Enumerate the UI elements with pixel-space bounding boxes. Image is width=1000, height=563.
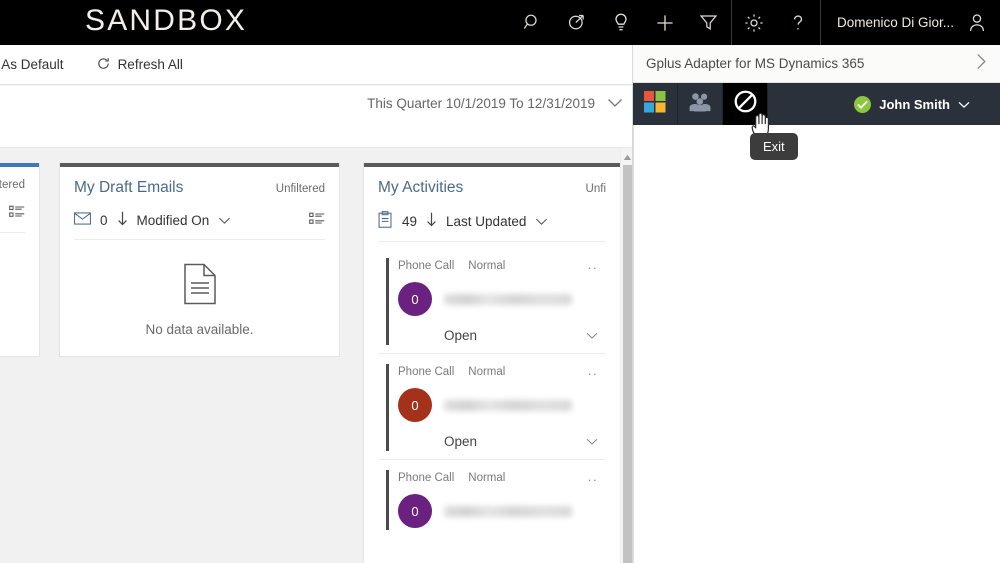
- refresh-all-label: Refresh All: [117, 57, 183, 72]
- app-root: Set As Default Refresh All This Quarter …: [0, 0, 1000, 563]
- adapter-user-menu[interactable]: John Smith: [854, 95, 1000, 113]
- activity-type: Phone Call: [398, 472, 455, 484]
- avatar: 0: [398, 282, 432, 316]
- activity-status: Open: [444, 328, 478, 343]
- top-navbar: SANDBOX Domenico Di Gior...: [0, 0, 1000, 45]
- draft-emails-sort-field[interactable]: Modified On: [137, 213, 210, 228]
- avatar-person-icon[interactable]: [968, 13, 986, 33]
- sort-direction-icon[interactable]: [117, 211, 128, 229]
- lightbulb-icon[interactable]: [599, 0, 643, 45]
- list-view-icon[interactable]: [309, 212, 325, 229]
- dashboard-card-partial[interactable]: ltered: [0, 163, 40, 357]
- table-row[interactable]: ·· Phone Call Normal 0: [378, 460, 606, 538]
- activities-list: ·· Phone Call Normal 0 Open ·· Phone Cal…: [378, 242, 606, 538]
- agent-group-icon: [688, 92, 712, 117]
- avatar: 0: [398, 388, 432, 422]
- list-view-icon[interactable]: [9, 205, 25, 222]
- chevron-down-icon[interactable]: [218, 213, 231, 228]
- activities-count: 49: [402, 213, 418, 229]
- advanced-find-icon[interactable]: [555, 0, 599, 45]
- scrollbar-thumb[interactable]: [623, 165, 632, 563]
- user-name-label: Domenico Di Gior...: [836, 15, 954, 30]
- activity-priority: Normal: [468, 260, 506, 272]
- card-unfiltered-label: Unfiltered: [275, 183, 325, 195]
- adapter-toolbar: John Smith: [633, 83, 1000, 125]
- help-icon[interactable]: [776, 0, 820, 45]
- navbar-icons: Domenico Di Gior...: [511, 0, 1000, 45]
- draft-emails-count: 0: [100, 212, 108, 228]
- card-unfiltered-label: ltered: [0, 179, 25, 191]
- row-more-actions-icon[interactable]: ··: [587, 260, 598, 275]
- dashboard-card-activities[interactable]: My Activities Unfi 49 Last Updated ·· Ph…: [363, 163, 621, 563]
- clipboard-icon: [378, 211, 393, 231]
- card-unfiltered-label: Unfi: [585, 183, 606, 195]
- user-menu[interactable]: Domenico Di Gior...: [821, 0, 1000, 45]
- status-badge: [854, 95, 872, 113]
- adapter-user-name: John Smith: [879, 96, 950, 112]
- chevron-down-icon[interactable]: [958, 97, 970, 112]
- plus-icon[interactable]: [643, 0, 687, 45]
- envelope-icon: [74, 212, 91, 228]
- row-more-actions-icon[interactable]: ··: [587, 366, 598, 381]
- table-row[interactable]: ·· Phone Call Normal 0 Open: [378, 248, 606, 354]
- avatar: 0: [398, 494, 432, 528]
- dashboard-card-draft-emails[interactable]: My Draft Emails Unfiltered 0 Modified On…: [59, 163, 340, 357]
- windows-logo-button[interactable]: [633, 83, 678, 125]
- chevron-right-icon[interactable]: [976, 53, 987, 75]
- exit-tooltip: Exit: [750, 133, 798, 160]
- filter-icon[interactable]: [687, 0, 731, 45]
- command-bar: Set As Default Refresh All: [0, 45, 633, 85]
- card-title-draft-emails: My Draft Emails: [74, 179, 184, 196]
- filter-row: This Quarter 10/1/2019 To 12/31/2019: [0, 86, 633, 148]
- activity-type: Phone Call: [398, 260, 455, 272]
- windows-logo-icon: [644, 90, 666, 118]
- chevron-down-icon[interactable]: [586, 328, 598, 343]
- gplus-adapter-panel: Gplus Adapter for MS Dynamics 365 John S…: [633, 45, 1000, 563]
- activity-type: Phone Call: [398, 366, 455, 378]
- refresh-icon: [96, 56, 111, 74]
- row-accent-bar: [386, 258, 389, 345]
- gear-icon[interactable]: [732, 0, 776, 45]
- adapter-body: [633, 125, 1000, 563]
- row-accent-bar: [386, 470, 389, 530]
- agent-group-button[interactable]: [678, 83, 723, 125]
- table-row[interactable]: ·· Phone Call Normal 0 Open: [378, 354, 606, 460]
- crm-region: Set As Default Refresh All This Quarter …: [0, 0, 633, 563]
- activity-subject-redacted: [444, 399, 572, 411]
- adapter-header[interactable]: Gplus Adapter for MS Dynamics 365: [633, 45, 1000, 83]
- activities-sort-field[interactable]: Last Updated: [446, 214, 526, 229]
- set-as-default-button[interactable]: Set As Default: [0, 45, 64, 85]
- sort-direction-icon[interactable]: [426, 212, 437, 230]
- activity-priority: Normal: [468, 366, 506, 378]
- row-more-actions-icon[interactable]: ··: [587, 472, 598, 487]
- activity-subject-redacted: [444, 293, 572, 305]
- app-title: SANDBOX: [85, 4, 248, 37]
- date-range-label: This Quarter 10/1/2019 To 12/31/2019: [367, 96, 595, 111]
- chevron-down-icon: [607, 96, 623, 111]
- draft-emails-empty-text: No data available.: [145, 322, 254, 337]
- dashboard-canvas: ltered: [0, 149, 633, 563]
- chevron-down-icon[interactable]: [586, 434, 598, 449]
- draft-emails-empty-state: No data available.: [74, 240, 325, 360]
- activity-subject-redacted: [444, 505, 572, 517]
- adapter-title: Gplus Adapter for MS Dynamics 365: [646, 56, 865, 71]
- set-as-default-label: Set As Default: [0, 57, 64, 72]
- chevron-down-icon[interactable]: [535, 214, 548, 229]
- activity-status: Open: [444, 434, 478, 449]
- date-range-selector[interactable]: This Quarter 10/1/2019 To 12/31/2019: [367, 96, 623, 111]
- card-title-activities: My Activities: [378, 179, 464, 196]
- document-icon: [183, 263, 217, 308]
- activity-priority: Normal: [468, 472, 506, 484]
- row-accent-bar: [386, 364, 389, 451]
- search-icon[interactable]: [511, 0, 555, 45]
- refresh-all-button[interactable]: Refresh All: [96, 45, 183, 85]
